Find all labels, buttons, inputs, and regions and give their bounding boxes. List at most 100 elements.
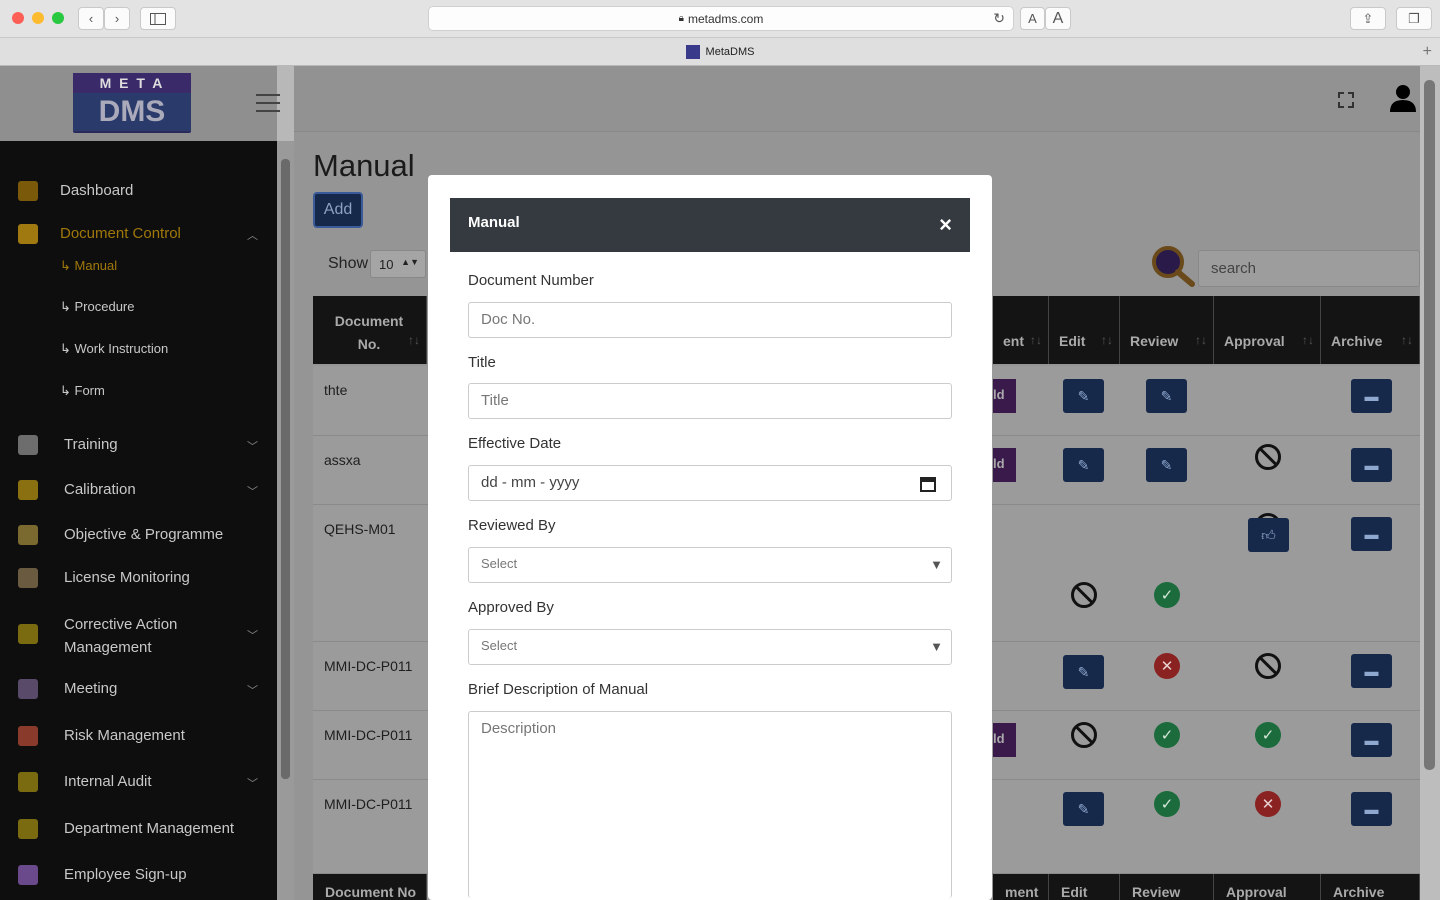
review-edit-button[interactable]: ✎ (1146, 379, 1187, 413)
minimize-window-icon[interactable] (32, 12, 44, 24)
add-comment-button[interactable]: ld (993, 379, 1016, 413)
column-header[interactable]: Review ↑↓ (1120, 296, 1214, 364)
archive-button[interactable]: ▬ (1351, 517, 1392, 551)
edit-button[interactable]: ✎ (1063, 379, 1104, 413)
sidebar-subitem[interactable]: ↳ Work Instruction (60, 341, 168, 357)
effective-date-label: Effective Date (468, 435, 562, 452)
sidebar-subitem[interactable]: ↳ Form (60, 383, 105, 399)
top-bar (294, 66, 1420, 132)
edit-icon: ✎ (1077, 387, 1090, 404)
search-input[interactable]: search (1198, 250, 1420, 287)
reviewed-by-select[interactable]: Select ▼ (468, 547, 952, 583)
chevron-down-icon[interactable]: ﹀ (247, 682, 258, 698)
reload-icon[interactable]: ↻ (993, 10, 1005, 27)
sidebar-subitem[interactable]: ↳ Procedure (60, 299, 134, 315)
edit-button[interactable]: ✎ (1063, 792, 1104, 826)
favicon-icon (685, 44, 700, 59)
edit-button[interactable]: ✎ (1063, 655, 1104, 689)
sidebar-toggle-button[interactable] (140, 7, 176, 30)
footer-header: Edit (1049, 874, 1120, 900)
fullscreen-icon[interactable] (1338, 92, 1354, 108)
close-icon[interactable]: × (939, 212, 952, 238)
approved-by-label: Approved By (468, 599, 554, 616)
column-header[interactable]: Archive ↑↓ (1321, 296, 1420, 364)
sidebar-item-objective-programme[interactable]: Objective & Programme (0, 522, 277, 548)
zoom-window-icon[interactable] (52, 12, 64, 24)
sidebar-item-employee-sign-up[interactable]: Employee Sign-up (0, 862, 277, 888)
close-window-icon[interactable] (12, 12, 24, 24)
calendar-icon[interactable] (920, 476, 936, 492)
show-entries-select[interactable]: 10 ▲▼ (370, 250, 426, 278)
archive-button[interactable]: ▬ (1351, 379, 1392, 413)
sidebar-item-internal-audit[interactable]: Internal Audit ﹀ (0, 769, 277, 795)
sidebar-item-department-management[interactable]: Department Management (0, 816, 277, 842)
back-button[interactable]: ‹ (78, 7, 104, 30)
description-textarea[interactable]: Description (468, 711, 952, 898)
sidebar-item-label: Risk Management (64, 727, 185, 744)
chevron-down-icon[interactable]: ﹀ (247, 438, 258, 454)
page: M E T A DMS Dashboard Document Control ︿ Tr… (0, 66, 1440, 900)
archive-icon: ▬ (1364, 801, 1379, 817)
tabs-button[interactable]: ❐ (1396, 7, 1432, 30)
text-larger-button[interactable]: A (1045, 7, 1071, 30)
sidebar-subitem[interactable]: ↳ Manual (60, 258, 117, 274)
modal-title: Manual (468, 214, 520, 231)
chevron-down-icon[interactable]: ﹀ (247, 627, 258, 643)
chevron-down-icon[interactable]: ﹀ (247, 775, 258, 791)
approved-by-select[interactable]: Select ▼ (468, 629, 952, 665)
add-button[interactable]: Add (313, 192, 363, 228)
hamburger-menu-icon[interactable] (256, 94, 280, 112)
sidebar-scrollbar[interactable] (277, 141, 294, 900)
archive-icon: ▬ (1364, 457, 1379, 473)
share-button[interactable]: ⇪ (1350, 7, 1386, 30)
sidebar-item-label: Calibration (64, 481, 136, 498)
new-tab-icon[interactable]: + (1423, 43, 1432, 61)
sidebar-item-training[interactable]: Training ﹀ (0, 432, 277, 458)
address-bar[interactable]: 🔒︎ metadms.com ↻ (428, 6, 1014, 31)
approve-button[interactable]: 👍︎ (1248, 518, 1289, 552)
review-edit-button[interactable]: ✎ (1146, 448, 1187, 482)
sidebar-item-calibration[interactable]: Calibration ﹀ (0, 477, 277, 503)
user-account-icon[interactable] (1390, 84, 1416, 112)
url-text: metadms.com (687, 11, 764, 26)
archive-button[interactable]: ▬ (1351, 654, 1392, 688)
sidebar-item-meeting[interactable]: Meeting ﹀ (0, 676, 277, 702)
column-header[interactable]: Approval ↑↓ (1214, 296, 1321, 364)
add-comment-button[interactable]: ld (993, 448, 1016, 482)
org-icon (18, 819, 38, 839)
sidebar-item-label: Objective & Programme (64, 526, 224, 543)
effective-date-input[interactable]: dd - mm - yyyy (468, 465, 952, 501)
sidebar-item-dashboard[interactable]: Dashboard (0, 178, 277, 204)
sidebar-item-risk-management[interactable]: Risk Management (0, 723, 277, 749)
edit-button[interactable]: ✎ (1063, 448, 1104, 482)
x-circle-icon: ✕ (1255, 791, 1281, 817)
doc-number-cell: thte (324, 382, 348, 398)
sidebar-item-document-control[interactable]: Document Control ︿ (0, 221, 277, 247)
browser-chrome: ‹ › 🔒︎ metadms.com ↻ A A ⇪ ❐ MetaDMS + (0, 0, 1440, 66)
column-header[interactable]: Edit ↑↓ (1049, 296, 1120, 364)
column-header[interactable]: ent ↑↓ (993, 296, 1049, 364)
archive-button[interactable]: ▬ (1351, 448, 1392, 482)
not-allowed-icon (1255, 653, 1281, 679)
sidebar-item-corrective-action-management[interactable]: Corrective Action Management ﹀ (0, 616, 277, 656)
column-header[interactable]: Document No. ↑↓ (313, 296, 427, 364)
archive-button[interactable]: ▬ (1351, 792, 1392, 826)
forward-button[interactable]: › (104, 7, 130, 30)
chevron-up-icon[interactable]: ︿ (247, 227, 258, 243)
x-circle-icon: ✕ (1154, 653, 1180, 679)
tab-title[interactable]: MetaDMS (706, 46, 755, 58)
archive-icon: ▬ (1364, 732, 1379, 748)
logo[interactable]: M E T A DMS (73, 73, 191, 133)
sidebar-item-label: Meeting (64, 680, 118, 697)
add-comment-button[interactable]: ld (993, 723, 1016, 757)
title-input[interactable]: Title (468, 383, 952, 419)
not-allowed-icon (1071, 722, 1097, 748)
sidebar-item-license-monitoring[interactable]: License Monitoring (0, 565, 277, 591)
text-smaller-button[interactable]: A (1020, 7, 1045, 30)
chevron-down-icon[interactable]: ﹀ (247, 483, 258, 499)
page-scrollbar[interactable] (1420, 66, 1440, 900)
archive-button[interactable]: ▬ (1351, 723, 1392, 757)
doc-number-cell: MMI-DC-P011 (324, 727, 413, 743)
doc-number-input[interactable]: Doc No. (468, 302, 952, 338)
footer-header: ment (993, 874, 1049, 900)
